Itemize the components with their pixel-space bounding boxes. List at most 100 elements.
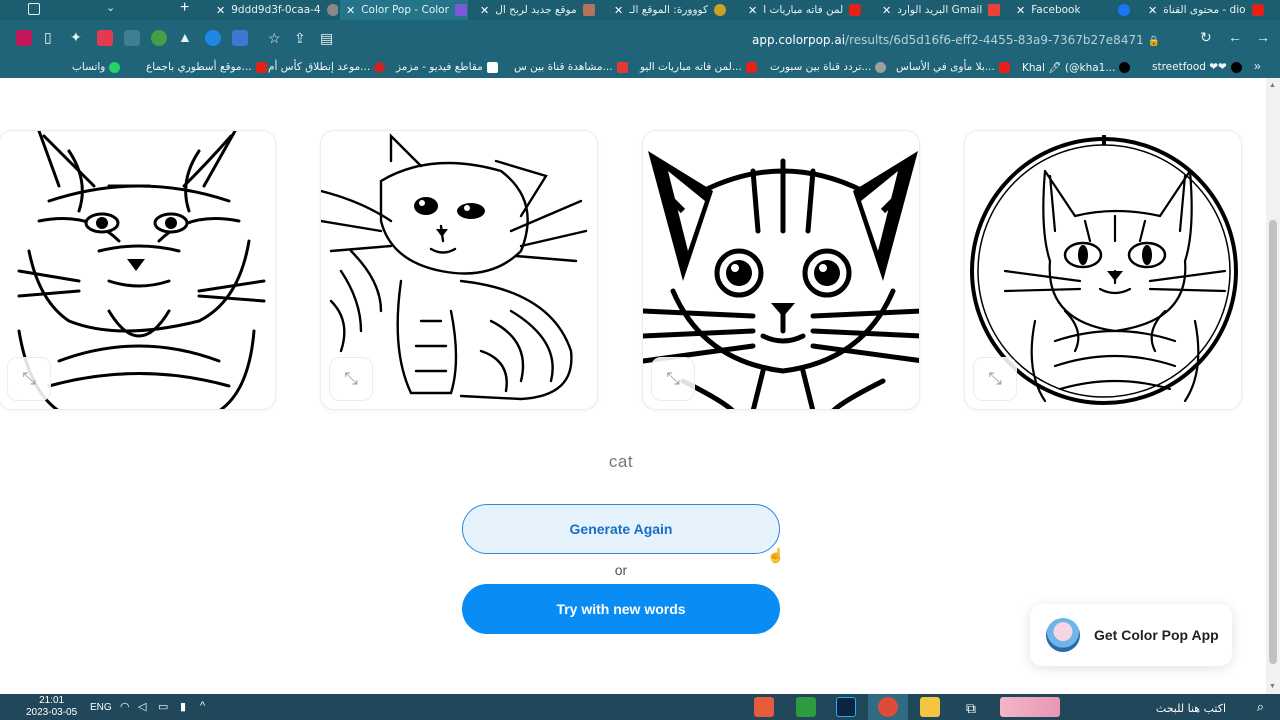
tray-expand-icon[interactable]: ^ [200,700,205,712]
new-tab-button[interactable]: + [180,0,189,17]
tab-kooora[interactable]: ✕ كووورة: الموقع الـ [608,0,736,20]
bookmark-label: واتساب [72,61,106,73]
bookmark-tiktok-khal[interactable]: Khal 🖊 (@kha1... [1022,61,1131,74]
tab-profit-site[interactable]: ✕ موقع جديد لربح ال [474,0,602,20]
reading-mode-icon[interactable]: ▤ [320,30,333,47]
app-camtasia-green-icon[interactable] [796,697,816,717]
share-icon[interactable]: ⇪ [294,30,306,47]
url-text[interactable]: app.colorpop.ai/results/6d5d16f6-eff2-44… [752,33,1160,47]
tab-gmail[interactable]: ✕ البريد الوارد Gmail [876,0,1004,20]
site-favicon-icon [616,61,628,73]
extension-record-icon[interactable] [97,30,113,46]
bookmark-mazmaz[interactable]: مقاطع فيديو - مزمز [396,61,498,73]
result-image-card[interactable]: ⤡ [964,130,1242,410]
more-bookmarks-icon[interactable]: » [1254,59,1261,73]
close-icon[interactable]: ✕ [1016,4,1025,17]
bookmark-cup-launch[interactable]: موعد إنطلاق كأس أم... [268,61,386,73]
forward-icon[interactable]: → [1256,29,1270,45]
windows-taskbar: 21:01 2023-03-05 ENG ◠ ◁ ▭ ▮ ^ ⧉ اكتب هن… [0,694,1280,720]
prompt-text: cat [608,452,634,471]
extension-gray-icon[interactable] [124,30,140,46]
extension-a-icon[interactable] [16,30,32,46]
app-avatar [1046,618,1080,652]
expand-image-button[interactable]: ⤡ [973,357,1017,401]
close-icon[interactable]: ✕ [614,4,623,17]
close-icon[interactable]: ✕ [748,4,757,17]
browser-toolbar: ▯ ✦ ▲ ☆ ⇪ ▤ app.colorpop.ai/results/6d5d… [0,20,1280,58]
volume-icon[interactable]: ◁ [138,700,146,713]
result-image-card[interactable]: ⤡ [320,130,598,410]
tiktok-icon [1119,62,1131,73]
close-icon[interactable]: ✕ [1148,4,1157,17]
tab-uuid[interactable]: ✕ 9ddd9d3f-0caa-4 [210,0,338,20]
app-photoshop-icon[interactable] [836,697,856,717]
bookmark-legend-site[interactable]: موقع أسطوري باجماع... [146,61,267,73]
youtube-icon [849,4,862,16]
widgets-icon[interactable] [1000,697,1060,717]
windows-search[interactable]: اكتب هنا للبحث ⌕ [1060,694,1280,720]
wifi-icon[interactable]: ◠ [120,700,130,713]
bookmark-bein-frequency[interactable]: تردد قناة بين سبورت... [770,61,887,73]
bookmark-label: Khal 🖊 (@kha1... [1022,62,1116,74]
gmail-icon [988,4,1001,16]
network-icon[interactable]: ▭ [158,700,168,713]
scroll-up-icon[interactable]: ▲ [1269,82,1276,89]
extension-mountain-icon[interactable]: ▲ [178,29,192,45]
site-favicon-icon [875,61,887,73]
scroll-down-icon[interactable]: ▼ [1269,683,1276,690]
tab-color-pop[interactable]: ✕ Color Pop - Color [340,0,468,20]
close-icon[interactable]: ✕ [346,4,355,17]
app-file-explorer-icon[interactable] [920,697,940,717]
get-app-banner[interactable]: Get Color Pop App [1030,604,1232,666]
extensions-puzzle-icon[interactable]: ✦ [70,29,82,46]
tab-strip: ⌄ + ✕ 9ddd9d3f-0caa-4 ✕ Color Pop - Colo… [0,0,1280,20]
whatsapp-icon [109,61,121,73]
tab-facebook[interactable]: ✕ Facebook [1010,0,1136,20]
site-favicon-icon [374,61,386,73]
app-chrome-icon[interactable] [878,697,898,717]
try-new-words-button[interactable]: Try with new words [462,584,780,634]
tab-youtube-matches[interactable]: ✕ لمن فاته مباريات ا [742,0,870,20]
bookmark-homeless[interactable]: بلا مأوى في الأساس... [896,61,1010,73]
tab-youtube-studio[interactable]: ✕ محتوى القناة - dio [1142,0,1272,20]
search-placeholder: اكتب هنا للبحث [1155,702,1226,715]
generate-again-button[interactable]: Generate Again [462,504,780,554]
extension-green-icon[interactable] [151,30,167,46]
facebook-icon [1118,4,1130,16]
close-icon[interactable]: ✕ [882,4,891,17]
tab-title: 9ddd9d3f-0caa-4 [231,4,321,16]
bookmark-missed-matches[interactable]: لمن فاته مباريات اليو... [640,61,757,73]
result-image-card[interactable]: ⤡ [642,130,920,410]
scroll-thumb[interactable] [1269,220,1277,664]
close-icon[interactable]: ✕ [216,4,225,17]
site-favicon-icon [582,4,595,16]
microphone-icon[interactable]: ▮ [180,700,186,713]
back-icon[interactable]: ← [1228,29,1242,45]
expand-icon: ⤡ [344,369,358,388]
language-indicator[interactable]: ENG [90,702,112,713]
bookmark-bein-channel[interactable]: مشاهدة قناة بين س... [514,61,628,73]
bookmark-whatsapp[interactable]: واتساب [72,61,121,73]
task-view-icon[interactable]: ⧉ [966,700,976,717]
window-restore-icon[interactable] [28,3,40,15]
tab-search-icon[interactable]: ⌄ [106,1,115,14]
result-image-card[interactable]: ⤡ [0,130,276,410]
expand-image-button[interactable]: ⤡ [7,357,51,401]
sidebar-icon[interactable]: ▯ [44,29,52,46]
url-host: app.colorpop.ai [752,33,846,47]
bookmark-label: بلا مأوى في الأساس... [896,61,995,73]
app-camtasia-icon[interactable] [754,697,774,717]
expand-image-button[interactable]: ⤡ [651,357,695,401]
colorpop-favicon-icon [454,4,467,16]
bookmark-streetfood[interactable]: streetfood ❤❤ [1152,61,1242,73]
close-icon[interactable]: ✕ [480,4,489,17]
expand-image-button[interactable]: ⤡ [329,357,373,401]
extension-play-icon[interactable] [205,30,221,46]
bookmark-label: تردد قناة بين سبورت... [770,61,872,73]
reload-icon[interactable]: ↻ [1200,29,1212,46]
translate-icon[interactable] [232,30,248,46]
bookmark-star-icon[interactable]: ☆ [268,30,281,47]
clock[interactable]: 21:01 2023-03-05 [26,695,77,719]
page-scrollbar[interactable]: ▲ ▼ [1266,78,1280,694]
clock-time: 21:01 [39,695,65,706]
